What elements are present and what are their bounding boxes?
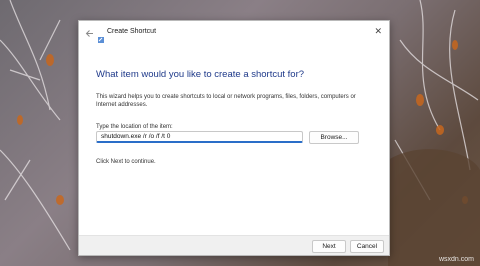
watermark: wsxdn.com [438, 256, 474, 263]
dialog-footer: Next Cancel [79, 235, 389, 255]
location-input[interactable] [96, 131, 303, 143]
browse-button[interactable]: Browse... [309, 131, 359, 144]
back-arrow-icon[interactable] [85, 29, 94, 38]
close-icon[interactable]: ✕ [374, 27, 382, 36]
wizard-description: This wizard helps you to create shortcut… [96, 94, 356, 108]
title-bar: Create Shortcut ✕ [79, 21, 389, 47]
continue-hint: Click Next to continue. [96, 159, 156, 165]
page-heading: What item would you like to create a sho… [96, 69, 305, 80]
cancel-button[interactable]: Cancel [350, 240, 384, 253]
location-label: Type the location of the item: [96, 124, 173, 130]
next-button[interactable]: Next [312, 240, 346, 253]
shortcut-wizard-icon [98, 30, 104, 43]
create-shortcut-dialog: Create Shortcut ✕ What item would you li… [78, 20, 390, 256]
window-title: Create Shortcut [107, 28, 157, 35]
